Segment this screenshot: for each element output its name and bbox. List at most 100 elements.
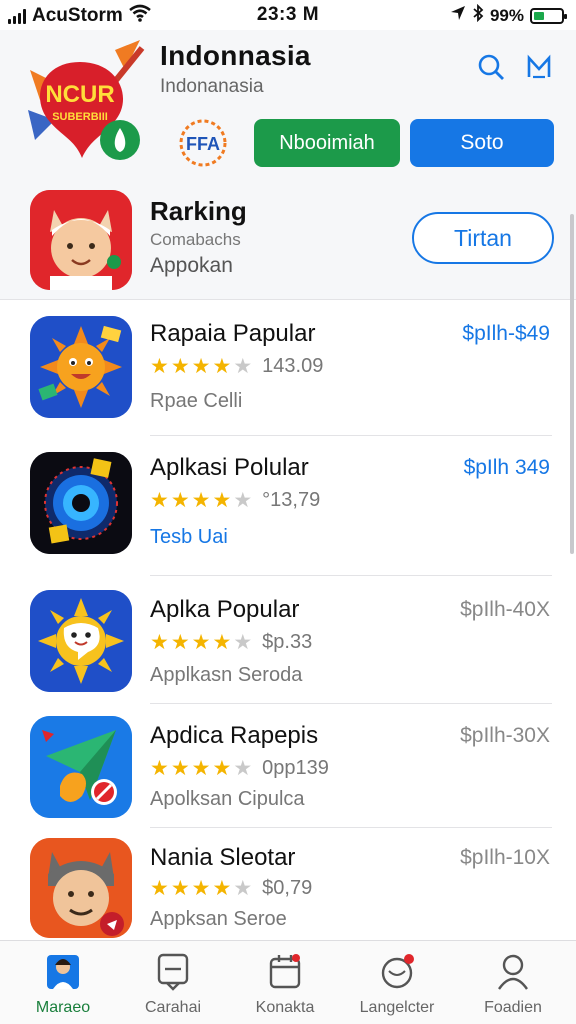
mail-icon[interactable]: [524, 52, 554, 82]
app-price[interactable]: $pIlh 349: [464, 456, 550, 480]
tab-profile[interactable]: Foadien: [458, 951, 568, 1017]
list-item[interactable]: Nania Sleotar ★ ★ ★ ★ ★ $0,79 Appksan Seroe …: [0, 828, 576, 940]
person-icon: [493, 951, 533, 991]
star-empty-icon: ★: [233, 355, 253, 378]
star-icon: ★: [212, 877, 232, 900]
star-rating: ★ ★ ★ ★ ★ 143.09: [150, 354, 323, 379]
svg-text:FFA: FFA: [186, 134, 220, 154]
star-icon: ★: [212, 489, 232, 512]
location-icon: [450, 5, 466, 26]
tab-label: Konakta: [255, 999, 315, 1016]
star-icon: ★: [150, 489, 169, 512]
tab-label: Langelcter: [359, 999, 435, 1016]
star-icon: ★: [212, 757, 232, 780]
app-category: Apolksan Cipulca: [150, 788, 305, 810]
app-name: Nania Sleotar: [150, 844, 296, 871]
star-icon: ★: [170, 631, 190, 654]
star-icon: ★: [170, 757, 190, 780]
rating-value: 0pp139: [262, 757, 329, 779]
star-icon: ★: [191, 631, 211, 654]
star-empty-icon: ★: [233, 631, 253, 654]
star-rating: ★ ★ ★ ★ ★ 0pp139: [150, 756, 329, 781]
app-category-link[interactable]: Tesb Uai: [150, 526, 228, 549]
app-icon-sun: [30, 316, 132, 418]
star-rating: ★ ★ ★ ★ ★ $0,79: [150, 876, 312, 901]
star-icon: ★: [150, 631, 169, 654]
page-subtitle: Indonanasia: [160, 76, 264, 97]
battery-percent: 99%: [489, 5, 524, 25]
star-icon: ★: [150, 877, 169, 900]
star-empty-icon: ★: [233, 489, 253, 512]
header-actions: [476, 52, 554, 82]
blue-action-button[interactable]: Soto: [410, 119, 554, 167]
green-action-button[interactable]: Nbooimiah: [254, 119, 400, 167]
star-icon: ★: [170, 489, 190, 512]
tab-label: Maraeo: [35, 999, 91, 1016]
list-item[interactable]: Aplka Popular ★ ★ ★ ★ ★ $p.33 Applkasn Serod…: [0, 576, 576, 704]
rating-value: °13,79: [262, 489, 321, 511]
partner-logo: FFA: [175, 118, 231, 168]
tab-bar: Maraeo Carahai Konakta Langelcter Foadie…: [0, 940, 576, 1024]
app-price[interactable]: $pIlh-30X: [460, 724, 550, 748]
chat-icon: [153, 951, 193, 991]
app-logo: NCUR SUBERBIII: [20, 40, 150, 180]
app-name: Apdica Rapepis: [150, 722, 319, 749]
star-icon: ★: [212, 355, 232, 378]
app-category: Appksan Seroe: [150, 908, 287, 930]
app-name: Aplkasi Polular: [150, 454, 309, 481]
star-icon: ★: [212, 631, 232, 654]
ranking-get-button[interactable]: Tirtan: [412, 212, 554, 264]
ranking-row[interactable]: Rarking Comabachs Appokan Tirtan: [0, 180, 576, 300]
star-empty-icon: ★: [233, 757, 253, 780]
search-icon[interactable]: [476, 52, 506, 82]
header: NCUR SUBERBIII Indonnasia Indonanasia FF…: [0, 30, 576, 180]
app-price[interactable]: $pIlh-$49: [462, 322, 550, 346]
battery-icon: [530, 7, 567, 24]
star-icon: ★: [170, 355, 190, 378]
tab-updates[interactable]: Langelcter: [342, 951, 452, 1017]
ranking-subtitle: Comabachs: [150, 230, 241, 249]
star-empty-icon: ★: [233, 877, 253, 900]
app-category: Applkasn Seroda: [150, 664, 303, 686]
rating-value: $p.33: [262, 631, 313, 653]
star-rating: ★ ★ ★ ★ ★ $p.33: [150, 630, 312, 655]
bluetooth-icon: [472, 3, 484, 27]
svg-text:NCUR: NCUR: [45, 81, 114, 108]
page-title: Indonnasia: [160, 40, 311, 71]
rating-value: 143.09: [262, 355, 324, 377]
app-category: Rpae Celli: [150, 390, 243, 412]
star-icon: ★: [170, 877, 190, 900]
star-icon: ★: [191, 877, 211, 900]
star-icon: ★: [191, 489, 211, 512]
app-icon-cat-face: [30, 838, 132, 938]
app-price[interactable]: $pIlh-40X: [460, 598, 550, 622]
ranking-title: Rarking: [150, 196, 247, 226]
app-icon-lens: [30, 452, 132, 554]
app-price[interactable]: $pIlh-10X: [460, 846, 550, 870]
ranking-category: Appokan: [150, 254, 233, 277]
app-name: Rapaia Papular: [150, 320, 316, 347]
tab-label: Foadien: [484, 999, 542, 1016]
star-rating: ★ ★ ★ ★ ★ °13,79: [150, 488, 320, 513]
list-item[interactable]: Apdica Rapepis ★ ★ ★ ★ ★ 0pp139 Apolksan Cip…: [0, 704, 576, 828]
app-name: Aplka Popular: [150, 596, 300, 623]
rating-value: $0,79: [262, 877, 313, 899]
star-icon: ★: [150, 355, 169, 378]
star-icon: ★: [150, 757, 169, 780]
globe-icon: [377, 951, 417, 991]
tab-home[interactable]: Maraeo: [8, 951, 118, 1017]
scrollbar[interactable]: [570, 214, 574, 554]
tab-search[interactable]: Carahai: [118, 951, 228, 1017]
list-item[interactable]: Rapaia Papular ★ ★ ★ ★ ★ 143.09 Rpae Celli $…: [0, 300, 576, 436]
svg-text:SUBERBIII: SUBERBIII: [52, 111, 108, 123]
tab-contacts[interactable]: Konakta: [230, 951, 340, 1017]
home-icon: [43, 951, 83, 991]
tab-label: Carahai: [144, 999, 202, 1016]
star-icon: ★: [191, 757, 211, 780]
status-right: 99%: [450, 3, 567, 27]
status-bar: AcuStorm 23:3 M 99%: [0, 0, 576, 30]
ranking-app-icon: [30, 190, 132, 290]
calendar-icon: [265, 951, 305, 991]
list-item[interactable]: Aplkasi Polular ★ ★ ★ ★ ★ °13,79 Tesb Uai $p…: [0, 436, 576, 576]
star-icon: ★: [191, 355, 211, 378]
